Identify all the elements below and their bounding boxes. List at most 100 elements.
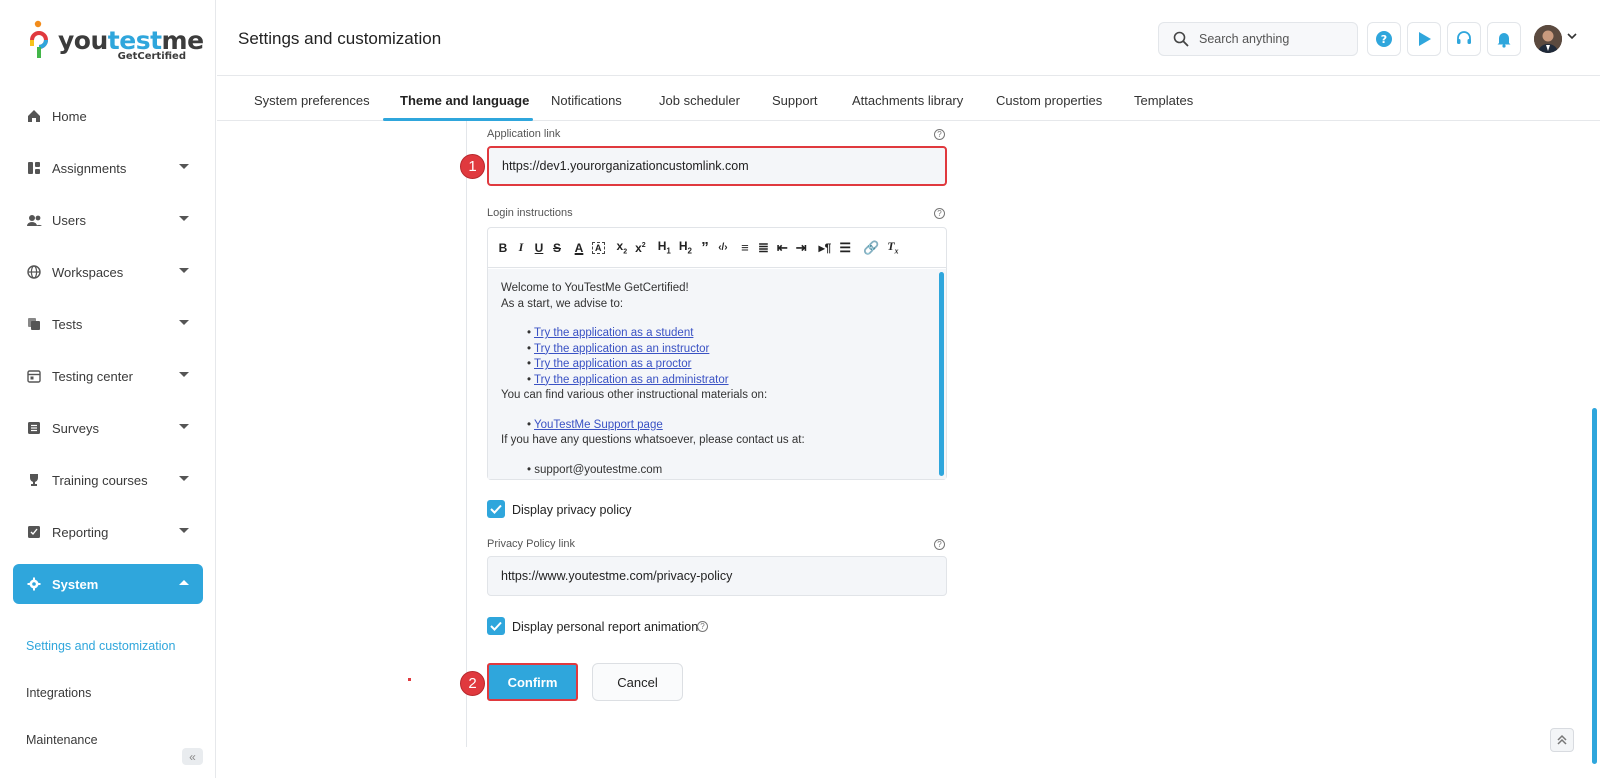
tab-templates[interactable]: Templates — [1134, 93, 1193, 108]
superscript-icon[interactable]: x2 — [635, 241, 646, 255]
settings-tabs: System preferences Theme and language No… — [217, 77, 1600, 121]
underline-icon[interactable]: U — [534, 241, 544, 255]
text-color-icon[interactable]: A — [574, 241, 584, 255]
play-icon — [1419, 32, 1431, 46]
editor-line: If you have any questions whatsoever, pl… — [501, 434, 805, 446]
sidebar-item-system[interactable]: System — [13, 564, 203, 604]
background-color-icon[interactable]: A — [592, 241, 605, 254]
cancel-button[interactable]: Cancel — [592, 663, 683, 701]
logo[interactable]: youtestme GetCertified — [28, 20, 204, 64]
list-item: support@youtestme.com — [527, 463, 933, 479]
link-icon[interactable]: 🔗 — [863, 240, 879, 256]
gear-icon — [26, 576, 42, 592]
search-input[interactable] — [1199, 32, 1349, 46]
tab-theme-and-language[interactable]: Theme and language — [400, 93, 529, 108]
sidebar-item-assignments[interactable]: Assignments — [13, 148, 203, 188]
chevron-down-icon[interactable] — [1567, 32, 1577, 40]
search-box[interactable] — [1158, 22, 1358, 56]
bold-icon[interactable]: B — [498, 241, 508, 255]
strikethrough-icon[interactable]: S — [552, 241, 562, 255]
display-report-animation-checkbox[interactable] — [487, 617, 505, 635]
chevron-down-icon — [179, 424, 189, 429]
help-icon[interactable]: ? — [697, 621, 708, 632]
notifications-button[interactable] — [1487, 22, 1521, 56]
privacy-policy-link-input[interactable]: https://www.youtestme.com/privacy-policy — [487, 556, 947, 596]
sidebar-item-tests[interactable]: Tests — [13, 304, 203, 344]
subscript-icon[interactable]: x2 — [617, 239, 628, 255]
sidebar-item-workspaces[interactable]: Workspaces — [13, 252, 203, 292]
scroll-to-top-button[interactable] — [1550, 728, 1574, 752]
chevron-up-icon — [179, 580, 189, 585]
sidebar-item-label: Home — [52, 108, 87, 124]
administrator-link[interactable]: Try the application as an administrator — [534, 374, 729, 386]
blockquote-icon[interactable]: ” — [700, 239, 710, 256]
surveys-icon — [26, 420, 42, 436]
clear-formatting-icon[interactable]: Tx — [887, 239, 898, 255]
tab-job-scheduler[interactable]: Job scheduler — [659, 93, 740, 108]
step-badge-2: 2 — [460, 671, 485, 696]
help-icon[interactable]: ? — [934, 539, 945, 550]
login-instructions-editor[interactable]: B I U S A A x2 x2 H1 H2 ” ‹/› ≡ ≣ ⇤ ⇥ ▸¶… — [487, 227, 947, 480]
tab-support[interactable]: Support — [772, 93, 818, 108]
play-tutorial-button[interactable] — [1407, 22, 1441, 56]
application-link-value: https://dev1.yourorganizationcustomlink.… — [502, 159, 749, 173]
display-privacy-policy-checkbox[interactable] — [487, 500, 505, 518]
code-block-icon[interactable]: ‹/› — [718, 242, 728, 253]
tests-icon — [26, 316, 42, 332]
reporting-icon — [26, 524, 42, 540]
double-chevron-up-icon — [1557, 734, 1567, 745]
sidebar-subitem-integrations[interactable]: Integrations — [26, 686, 91, 700]
outdent-icon[interactable]: ⇤ — [777, 240, 788, 256]
chevron-down-icon — [179, 476, 189, 481]
chevron-down-icon — [179, 372, 189, 377]
support-email: support@youtestme.com — [534, 463, 663, 476]
sidebar-item-training-courses[interactable]: Training courses — [13, 460, 203, 500]
privacy-policy-link-label: Privacy Policy link — [487, 538, 576, 550]
text-direction-icon[interactable]: ▸¶ — [819, 241, 832, 255]
collapse-sidebar-button[interactable]: « — [182, 748, 203, 765]
page-scrollbar[interactable] — [1592, 408, 1597, 764]
heading-2-icon[interactable]: H2 — [679, 239, 692, 255]
help-icon[interactable]: ? — [934, 129, 945, 140]
instructor-link[interactable]: Try the application as an instructor — [534, 343, 709, 355]
sidebar-item-label: Reporting — [52, 524, 109, 540]
tab-custom-properties[interactable]: Custom properties — [996, 93, 1102, 108]
editor-line: Welcome to YouTestMe GetCertified! — [501, 282, 689, 294]
sidebar-item-testing-center[interactable]: Testing center — [13, 356, 203, 396]
users-icon — [26, 212, 42, 228]
sidebar-item-home[interactable]: Home — [13, 96, 203, 136]
editor-scrollbar[interactable] — [939, 272, 944, 476]
ordered-list-icon[interactable]: ≡ — [740, 240, 750, 255]
chevron-down-icon — [179, 216, 189, 221]
align-icon[interactable]: ☰ — [839, 240, 851, 256]
student-link[interactable]: Try the application as a student — [534, 327, 693, 339]
support-page-link[interactable]: YouTestMe Support page — [534, 419, 663, 431]
globe-icon — [26, 264, 42, 280]
confirm-button[interactable]: Confirm — [487, 663, 578, 701]
list-item: Try the application as a student — [527, 326, 933, 342]
sidebar-item-users[interactable]: Users — [13, 200, 203, 240]
chevron-down-icon — [179, 528, 189, 533]
sidebar-item-surveys[interactable]: Surveys — [13, 408, 203, 448]
indent-icon[interactable]: ⇥ — [796, 240, 807, 256]
application-link-input[interactable]: https://dev1.yourorganizationcustomlink.… — [487, 146, 947, 186]
sidebar-subitem-maintenance[interactable]: Maintenance — [26, 733, 98, 747]
tab-attachments-library[interactable]: Attachments library — [852, 93, 963, 108]
sidebar-item-reporting[interactable]: Reporting — [13, 512, 203, 552]
form-divider — [466, 121, 467, 747]
support-button[interactable] — [1447, 22, 1481, 56]
checkmark-icon — [490, 504, 502, 514]
help-icon[interactable]: ? — [934, 208, 945, 219]
sidebar-subitem-settings[interactable]: Settings and customization — [26, 639, 175, 653]
editor-content[interactable]: Welcome to YouTestMe GetCertified! As a … — [488, 269, 946, 479]
proctor-link[interactable]: Try the application as a proctor — [534, 358, 691, 370]
bullet-list-icon[interactable]: ≣ — [758, 240, 769, 256]
help-button[interactable]: ? — [1367, 22, 1401, 56]
sidebar-item-label: Assignments — [52, 160, 127, 176]
heading-1-icon[interactable]: H1 — [658, 239, 671, 255]
avatar[interactable] — [1534, 25, 1562, 53]
tab-notifications[interactable]: Notifications — [551, 93, 622, 108]
tab-system-preferences[interactable]: System preferences — [254, 93, 370, 108]
italic-icon[interactable]: I — [516, 240, 526, 255]
sidebar-item-label: System — [52, 576, 99, 592]
